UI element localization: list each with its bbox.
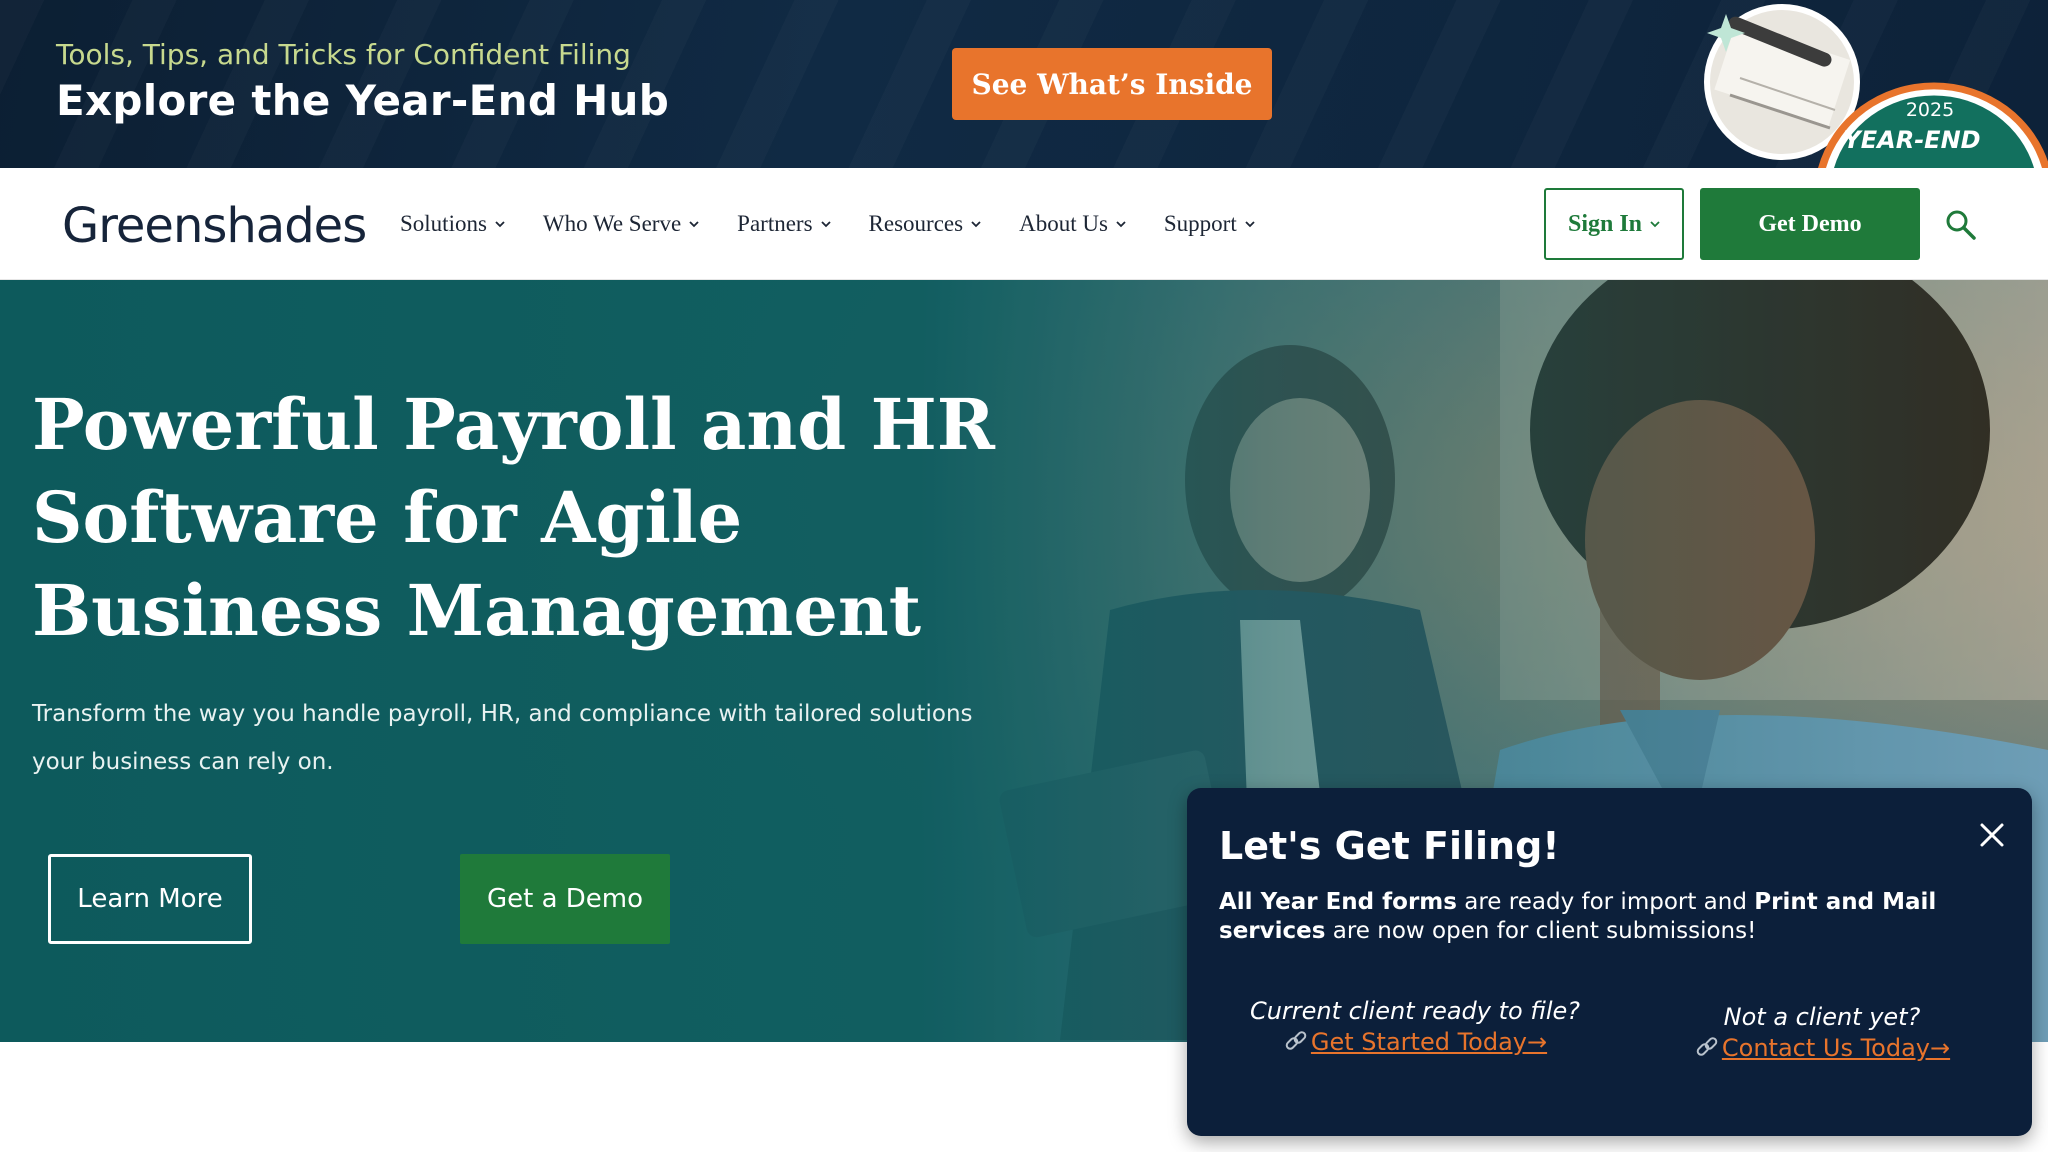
- badge-label: YEAR-END: [1843, 126, 1980, 154]
- see-whats-inside-button[interactable]: See What’s Inside: [952, 48, 1272, 120]
- popup-text-2: are now open for client submissions!: [1325, 918, 1757, 944]
- popup-title: Let's Get Filing!: [1219, 824, 1560, 868]
- learn-more-button[interactable]: Learn More: [48, 854, 252, 944]
- popup-message: All Year End forms are ready for import …: [1219, 888, 2009, 946]
- nav-item-support[interactable]: Support: [1164, 211, 1255, 237]
- close-icon[interactable]: [1977, 820, 2007, 850]
- sign-in-label: Sign In: [1567, 210, 1643, 237]
- hero-subtitle: Transform the way you handle payroll, HR…: [32, 701, 973, 775]
- search-icon[interactable]: [1944, 208, 1978, 242]
- badge-year: 2025: [1906, 99, 1954, 121]
- new-client-question: Not a client yet?: [1723, 1003, 1921, 1031]
- nav-item-label: Support: [1163, 211, 1237, 236]
- promo-title: Explore the Year-End Hub: [56, 76, 670, 125]
- link-icon: [1696, 1037, 1718, 1056]
- popup-text-1: are ready for import and: [1456, 889, 1755, 915]
- chevron-down-icon: [1650, 221, 1660, 228]
- chevron-down-icon: [820, 221, 831, 228]
- get-started-today-link[interactable]: Get Started Today→: [1311, 1028, 1547, 1056]
- link-icon: [1285, 1031, 1307, 1050]
- nav-item-label: Who We Serve: [542, 211, 682, 236]
- chevron-down-icon: [495, 221, 505, 228]
- promo-banner: Tools, Tips, and Tricks for Confident Fi…: [0, 0, 2048, 168]
- nav-item-who-we-serve[interactable]: Who We Serve: [543, 211, 699, 237]
- new-client-block: Not a client yet? Contact Us Today→: [1642, 1002, 2002, 1064]
- nav-item-label: Solutions: [400, 211, 487, 236]
- greenshades-logo[interactable]: Greenshades: [62, 198, 367, 254]
- chevron-down-icon: [1116, 221, 1126, 228]
- popup-strong-forms: All Year End forms: [1219, 889, 1457, 915]
- nav-item-label: About Us: [1019, 211, 1108, 236]
- current-client-question: Current client ready to file?: [1249, 997, 1581, 1025]
- nav-item-label: Resources: [868, 211, 964, 236]
- nav-item-solutions[interactable]: Solutions: [400, 211, 505, 237]
- promo-kicker: Tools, Tips, and Tricks for Confident Fi…: [56, 38, 631, 71]
- nav-item-label: Partners: [737, 211, 813, 236]
- nav-item-resources[interactable]: Resources: [869, 211, 982, 237]
- main-nav: Solutions Who We Serve Partners Resource…: [400, 168, 1293, 280]
- year-end-badge-art: 2025 YEAR-END: [1704, 4, 2048, 168]
- nav-item-partners[interactable]: Partners: [737, 211, 831, 237]
- current-client-block: Current client ready to file? Get Starte…: [1235, 996, 1595, 1058]
- chevron-down-icon: [689, 221, 699, 228]
- contact-us-today-link[interactable]: Contact Us Today→: [1722, 1034, 1950, 1062]
- chevron-down-icon: [1245, 221, 1255, 228]
- get-demo-button[interactable]: Get Demo: [1700, 188, 1920, 260]
- nav-item-about-us[interactable]: About Us: [1019, 211, 1126, 237]
- site-header: Greenshades Solutions Who We Serve Partn…: [0, 168, 2048, 280]
- chevron-down-icon: [971, 221, 981, 228]
- hero-title: Powerful Payroll and HR Software for Agi…: [32, 383, 995, 652]
- get-a-demo-button[interactable]: Get a Demo: [460, 854, 670, 944]
- sign-in-button[interactable]: Sign In: [1544, 188, 1684, 260]
- filing-popup: Let's Get Filing! All Year End forms are…: [1187, 788, 2032, 1136]
